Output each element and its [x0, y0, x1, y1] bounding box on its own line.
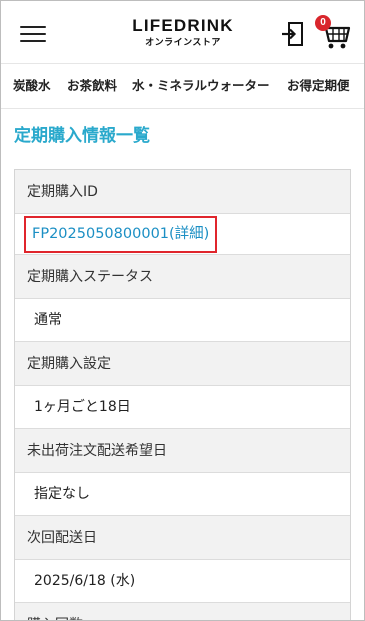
shopping-cart-icon[interactable]: 0	[315, 15, 351, 51]
page-frame: LIFEDRINK オンラインストア 0 炭酸水 お茶飲料 水・ミネラルウォータ…	[0, 0, 365, 621]
next-delivery-date-label: 次回配送日	[15, 516, 350, 560]
subscription-id-row: FP2025050800001(詳細)	[15, 214, 350, 255]
subscription-setting-label: 定期購入設定	[15, 342, 350, 386]
subscription-setting-value: 1ヶ月ごと18日	[15, 386, 350, 429]
subscription-info-list: 定期購入ID FP2025050800001(詳細) 定期購入ステータス 通常 …	[14, 169, 351, 620]
hamburger-menu-icon[interactable]	[20, 23, 46, 45]
subscription-status-value: 通常	[15, 299, 350, 342]
category-subscription-deals[interactable]: お得定期便	[287, 64, 350, 108]
site-logo[interactable]: LIFEDRINK オンラインストア	[123, 16, 243, 49]
category-carbonated-water[interactable]: 炭酸水	[13, 64, 51, 108]
purchase-count-label: 購入回数	[15, 603, 350, 620]
category-mineral-water[interactable]: 水・ミネラルウォーター	[132, 64, 270, 108]
logo-main-text: LIFEDRINK	[132, 16, 234, 35]
subscription-status-label: 定期購入ステータス	[15, 255, 350, 299]
category-nav: 炭酸水 お茶飲料 水・ミネラルウォーター お得定期便	[1, 63, 364, 109]
page-title: 定期購入情報一覧	[14, 126, 150, 146]
category-tea-drinks[interactable]: お茶飲料	[67, 64, 117, 108]
pending-delivery-date-label: 未出荷注文配送希望日	[15, 429, 350, 473]
subscription-id-label: 定期購入ID	[15, 170, 350, 214]
login-door-icon[interactable]	[281, 21, 305, 47]
subscription-detail-link[interactable]: FP2025050800001(詳細)	[24, 216, 218, 253]
cart-count-badge: 0	[315, 15, 331, 31]
logo-sub-text: オンラインストア	[145, 38, 221, 48]
site-header: LIFEDRINK オンラインストア 0	[1, 1, 364, 63]
pending-delivery-date-value: 指定なし	[15, 473, 350, 516]
next-delivery-date-value: 2025/6/18 (水)	[15, 560, 350, 603]
